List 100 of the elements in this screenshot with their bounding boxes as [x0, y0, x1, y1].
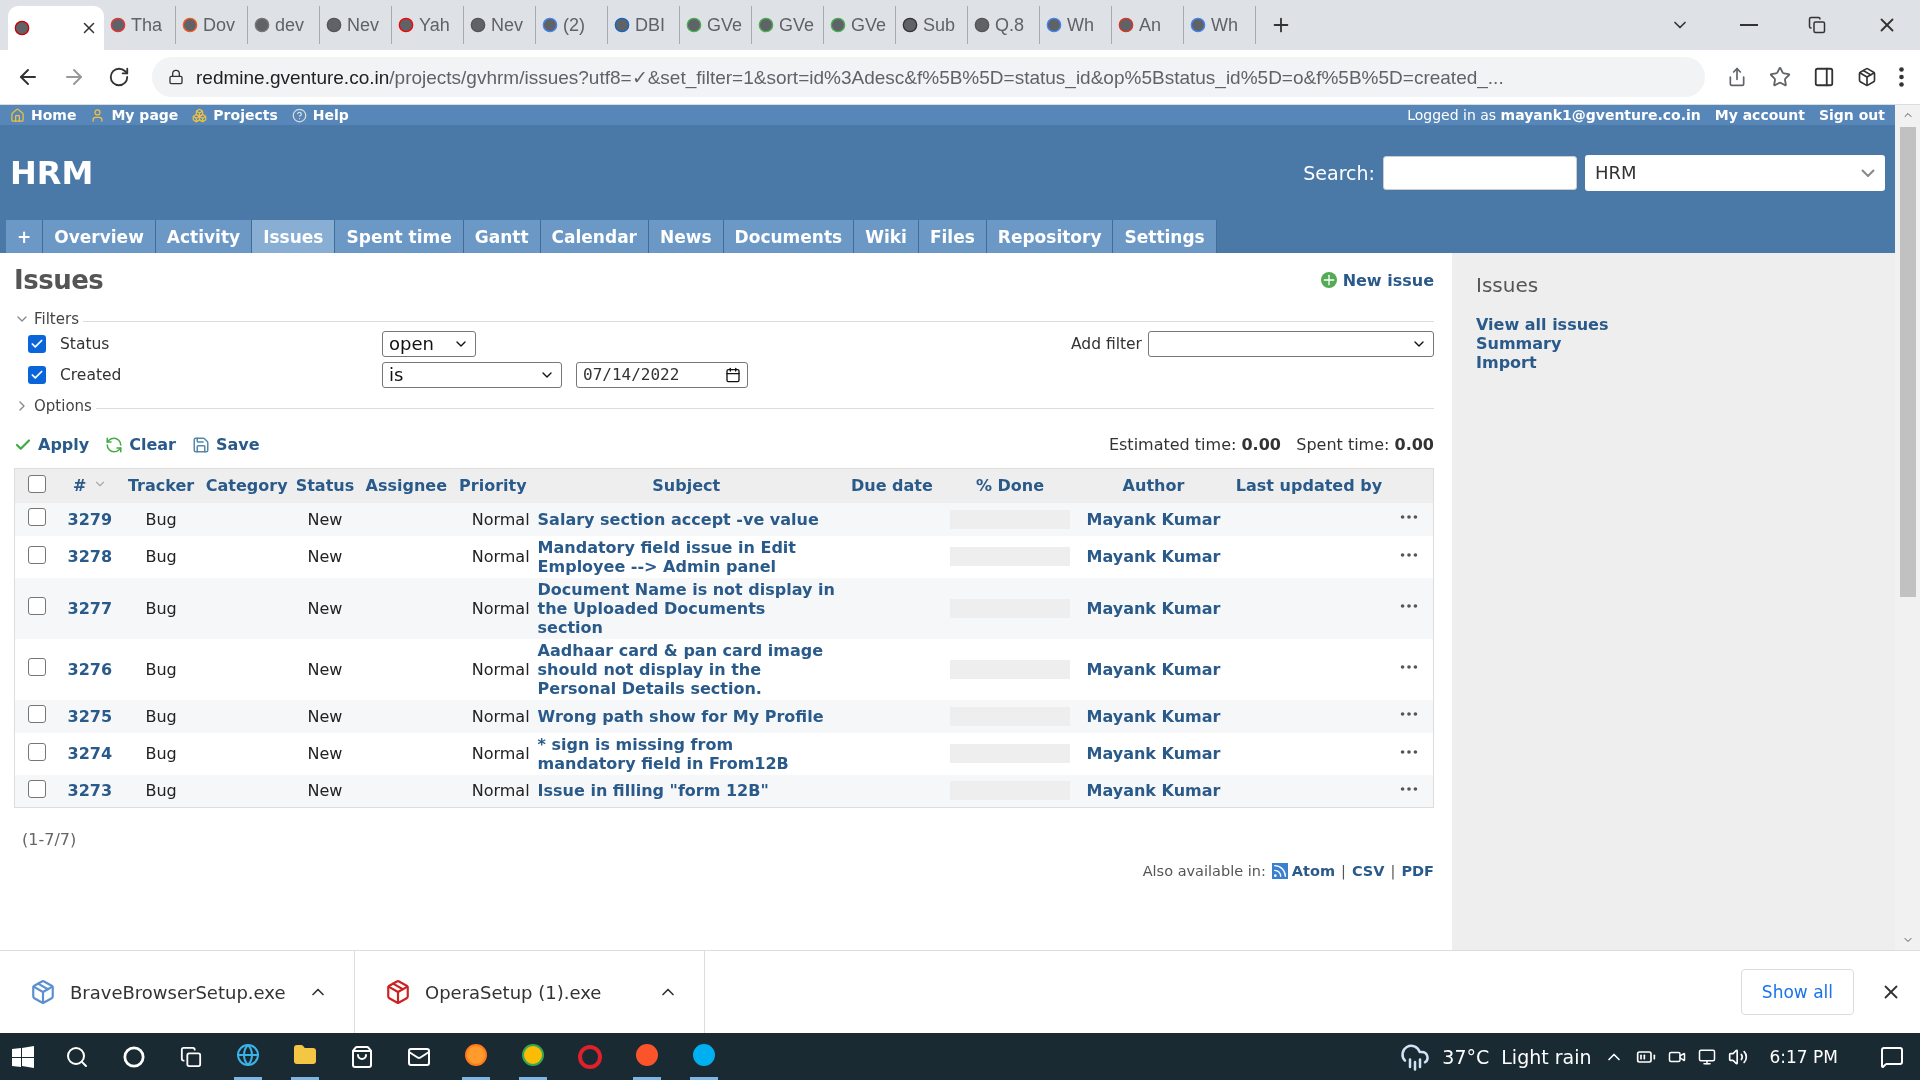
new-issue-link[interactable]: New issue — [1320, 270, 1434, 290]
top-menu-link[interactable]: Help — [291, 107, 349, 123]
column-header[interactable]: Assignee — [360, 468, 453, 503]
sidebar-link[interactable]: View all issues — [1476, 315, 1871, 334]
column-header[interactable]: Due date — [838, 468, 945, 503]
sidebar-link[interactable]: Import — [1476, 353, 1871, 372]
issue-id-link[interactable]: 3279 — [59, 502, 121, 536]
format-link[interactable]: PDF — [1401, 863, 1434, 879]
issue-subject-link[interactable]: Wrong path show for My Profile — [533, 699, 839, 733]
browser-tab[interactable]: Sub — [896, 6, 968, 44]
column-header[interactable]: Status — [289, 468, 361, 503]
author-link[interactable]: Mayank Kumar — [1075, 577, 1232, 639]
top-menu-link[interactable]: My account — [1714, 107, 1805, 123]
show-all-button[interactable]: Show all — [1740, 969, 1854, 1015]
filter-checkbox[interactable] — [28, 365, 46, 384]
pagination-text: (1-7/7) — [22, 830, 78, 849]
table-cell: Bug — [120, 638, 202, 700]
issue-subject-link[interactable]: Aadhaar card & pan card image should not display in the Personal Details section. — [533, 638, 839, 700]
issue-subject-link[interactable]: * sign is missing from mandatory field in From12B — [533, 732, 839, 775]
column-header[interactable]: Last updated by — [1231, 468, 1385, 503]
row-checkbox[interactable] — [28, 742, 47, 761]
filter-checkbox[interactable] — [28, 334, 46, 353]
top-menu-link[interactable]: My page — [90, 107, 179, 123]
operator-select[interactable]: is — [382, 361, 562, 388]
sidebar-link[interactable]: Summary — [1476, 334, 1871, 353]
browser-tab[interactable]: Dov — [176, 6, 248, 44]
issue-subject-link[interactable]: Mandatory field issue in Edit Employee --> Admin panel — [533, 535, 839, 578]
operator-select[interactable]: open — [382, 330, 476, 357]
issue-id-link[interactable]: 3277 — [59, 577, 121, 639]
browser-tab[interactable]: Wh — [1184, 6, 1256, 44]
browser-tab[interactable]: GVe — [824, 6, 896, 44]
row-checkbox[interactable] — [28, 658, 47, 676]
row-checkbox[interactable] — [28, 545, 47, 564]
browser-tab[interactable]: Nev — [320, 6, 392, 44]
column-header[interactable]: Subject — [533, 468, 839, 503]
top-menu-link[interactable]: Sign out — [1818, 107, 1885, 123]
browser-tab[interactable]: Tha — [104, 6, 176, 44]
package-icon — [385, 979, 411, 1005]
browser-tab[interactable]: GVe — [752, 6, 824, 44]
column-header[interactable]: Author — [1075, 468, 1232, 503]
address-bar[interactable]: redmine.gventure.co.in/projects/gvhrm/issues?utf8=✓&set_filter=1&sort=id%3Adesc&f%5B%5D=status_id&op%5Bstatus_id%5D=o&f%5B%5D=created_... — [152, 57, 1705, 97]
browser-tab[interactable]: Q.8 — [968, 6, 1040, 44]
top-menu-link[interactable]: Projects — [192, 107, 278, 123]
action-link[interactable]: Save — [191, 435, 260, 454]
project-select[interactable]: HRM — [1585, 154, 1885, 191]
author-link[interactable]: Mayank Kumar — [1075, 699, 1232, 733]
browser-tab[interactable]: An — [1112, 6, 1184, 44]
scrollbar-thumb[interactable] — [1899, 127, 1916, 597]
issue-id-link[interactable]: 3273 — [59, 774, 121, 808]
table-cell: New — [289, 732, 361, 775]
author-link[interactable]: Mayank Kumar — [1075, 535, 1232, 578]
format-link[interactable]: CSV — [1351, 863, 1385, 879]
author-link[interactable]: Mayank Kumar — [1075, 774, 1232, 808]
network-icon — [1697, 1047, 1716, 1066]
browser-tab[interactable]: dev — [248, 6, 320, 44]
column-header[interactable]: Category — [201, 468, 290, 503]
table-cell: Bug — [120, 699, 202, 733]
sidebar-title: Issues — [1476, 273, 1540, 297]
action-link[interactable]: Clear — [105, 435, 176, 454]
author-link[interactable]: Mayank Kumar — [1075, 732, 1232, 775]
row-checkbox[interactable] — [28, 705, 47, 723]
windows-icon[interactable] — [12, 1045, 34, 1068]
action-link[interactable]: Apply — [14, 435, 90, 454]
browser-tab[interactable] — [8, 6, 104, 50]
project-title: HRM — [10, 153, 94, 192]
search-field[interactable] — [1383, 155, 1577, 190]
browser-tab[interactable]: GVe — [680, 6, 752, 44]
issue-id-link[interactable]: 3275 — [59, 699, 121, 733]
browser-tab[interactable]: DBI — [608, 6, 680, 44]
browser-tab[interactable]: Nev — [464, 6, 536, 44]
browser-tab[interactable]: Wh — [1040, 6, 1112, 44]
author-link[interactable]: Mayank Kumar — [1075, 502, 1232, 536]
browser-tab[interactable]: (2) — [536, 6, 608, 44]
column-header[interactable]: Priority — [452, 468, 534, 503]
menu-icon[interactable] — [1899, 67, 1904, 87]
row-checkbox[interactable] — [28, 508, 47, 526]
table-cell: Normal — [452, 732, 534, 775]
issue-subject-link[interactable]: Document Name is not display in the Uploaded Documents section — [533, 577, 839, 639]
issue-id-link[interactable]: 3278 — [59, 535, 121, 578]
help-icon — [291, 107, 307, 123]
date-field[interactable]: 07/14/2022 — [576, 361, 748, 388]
issue-subject-link[interactable]: Issue in filling "form 12B" — [533, 774, 839, 808]
top-menu-link[interactable]: Home — [10, 107, 77, 123]
issue-id-link[interactable]: 3274 — [59, 732, 121, 775]
separator: | — [1390, 863, 1396, 879]
browser-tab[interactable]: Yah — [392, 6, 464, 44]
add-filter-select[interactable] — [1148, 330, 1434, 357]
format-link[interactable]: Atom — [1271, 863, 1336, 879]
row-checkbox[interactable] — [28, 597, 47, 615]
issue-subject-link[interactable]: Salary section accept -ve value — [533, 502, 839, 536]
logged-in-text: Logged in as mayank1@gventure.co.in — [1407, 107, 1701, 123]
select-all-checkbox[interactable] — [28, 474, 47, 493]
column-header[interactable]: % Done — [944, 468, 1076, 503]
author-link[interactable]: Mayank Kumar — [1075, 638, 1232, 700]
column-header[interactable]: # — [59, 468, 121, 503]
options-toggle[interactable]: Options — [14, 397, 96, 415]
add-filter-label: Add filter — [1071, 334, 1142, 353]
column-header[interactable]: Tracker — [120, 468, 202, 503]
issue-id-link[interactable]: 3276 — [59, 638, 121, 700]
row-checkbox[interactable] — [28, 779, 47, 798]
